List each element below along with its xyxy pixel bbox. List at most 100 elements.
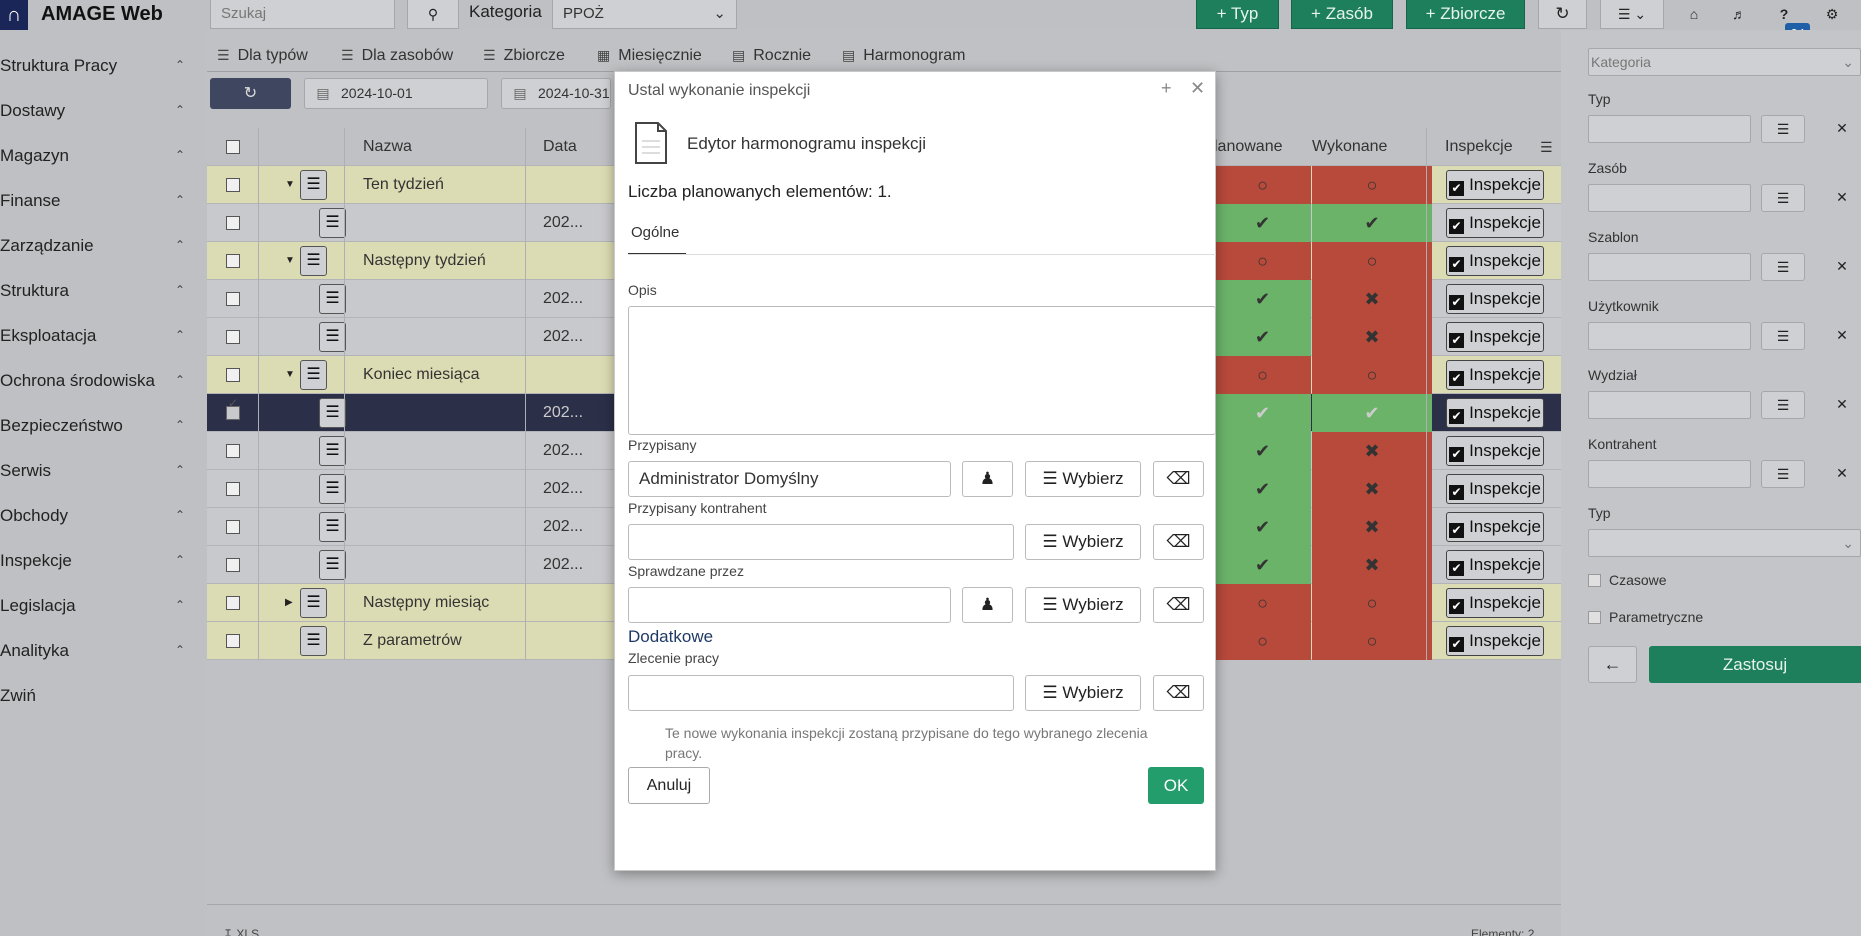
checked-by-user-button[interactable]: ♟ — [962, 587, 1013, 623]
row-checkbox[interactable] — [226, 330, 240, 344]
assigned-input[interactable]: Administrator Domyślny — [628, 461, 951, 497]
tab-rocznie[interactable]: ▤ Rocznie — [732, 41, 811, 69]
filter-time-checkbox[interactable]: Czasowe — [1588, 572, 1667, 588]
row-menu-button[interactable]: ☰ — [319, 474, 346, 504]
contractor-clear-button[interactable]: ⌫ — [1153, 524, 1204, 560]
add-resource-button[interactable]: + Zasób — [1291, 0, 1393, 29]
filter-szablon-input[interactable] — [1588, 253, 1751, 281]
caret-down-icon[interactable]: ▼ — [285, 356, 295, 394]
row-checkbox[interactable] — [226, 596, 240, 610]
filter-uzytkownik-choose-button[interactable]: ☰ — [1761, 322, 1805, 350]
filter-wydzial-input[interactable] — [1588, 391, 1751, 419]
row-menu-button[interactable]: ☰ — [319, 284, 346, 314]
checked-by-input[interactable] — [628, 587, 951, 623]
filter-szablon-clear-button[interactable]: ✕ — [1820, 253, 1861, 281]
row-checkbox[interactable] — [226, 292, 240, 306]
notifications-button[interactable]: ♬ — [1721, 0, 1757, 29]
row-menu-button[interactable]: ☰ — [319, 512, 346, 542]
row-checkbox[interactable] — [226, 634, 240, 648]
category-filter-select[interactable]: Kategoria ⌄ — [1588, 48, 1861, 76]
sidebar-item-bezpieczenstwo[interactable]: Bezpieczeństwo ⌃ — [0, 403, 207, 448]
inspections-button[interactable]: ✔ Inspekcje — [1446, 360, 1544, 390]
row-checkbox[interactable] — [226, 216, 240, 230]
tab-dla-typow[interactable]: ☰ Dla typów — [217, 41, 308, 69]
sidebar-item-struktura-pracy[interactable]: Struktura Pracy ⌃ — [0, 43, 207, 88]
tab-miesiecznie[interactable]: ▦ Miesięcznie — [597, 41, 702, 69]
inspections-button[interactable]: ✔ Inspekcje — [1446, 322, 1544, 352]
row-menu-button[interactable]: ☰ — [300, 360, 327, 390]
inspections-button[interactable]: ✔ Inspekcje — [1446, 398, 1544, 428]
select-all-checkbox[interactable] — [226, 140, 240, 154]
tab-dla-zasobow[interactable]: ☰ Dla zasobów — [341, 41, 453, 69]
caret-down-icon[interactable]: ▼ — [285, 242, 295, 280]
column-header-inspections[interactable]: Inspekcje — [1445, 128, 1513, 166]
sidebar-item-obchody[interactable]: Obchody ⌃ — [0, 493, 207, 538]
row-checkbox[interactable] — [226, 254, 240, 268]
sidebar-item-inspekcje[interactable]: Inspekcje ⌃ — [0, 538, 207, 583]
ok-button[interactable]: OK — [1148, 767, 1204, 804]
inspections-button[interactable]: ✔ Inspekcje — [1446, 550, 1544, 580]
cancel-button[interactable]: Anuluj — [628, 767, 710, 804]
row-menu-button[interactable]: ☰ — [319, 436, 346, 466]
row-checkbox[interactable] — [226, 178, 240, 192]
close-icon[interactable]: ✕ — [1190, 78, 1205, 99]
back-button[interactable]: ← — [1588, 646, 1637, 683]
row-menu-button[interactable]: ☰ — [319, 208, 346, 238]
column-header-done[interactable]: Wykonane — [1312, 128, 1387, 166]
checked-by-choose-button[interactable]: ☰ Wybierz — [1025, 587, 1141, 623]
sidebar-item-serwis[interactable]: Serwis ⌃ — [0, 448, 207, 493]
assigned-clear-button[interactable]: ⌫ — [1153, 461, 1204, 497]
grid-refresh-button[interactable]: ↻ — [210, 78, 291, 109]
row-menu-button[interactable]: ☰ — [319, 322, 346, 352]
row-menu-button[interactable]: ☰ — [300, 170, 327, 200]
column-header-planned[interactable]: lanowane — [1214, 128, 1283, 166]
inspections-button[interactable]: ✔ Inspekcje — [1446, 512, 1544, 542]
filter-typ-choose-button[interactable]: ☰ — [1761, 115, 1805, 143]
row-checkbox[interactable] — [226, 396, 240, 420]
caret-down-icon[interactable]: ▼ — [285, 166, 295, 204]
inspections-button[interactable]: ✔ Inspekcje — [1446, 284, 1544, 314]
tab-zbiorcze[interactable]: ☰ Zbiorcze — [483, 41, 565, 69]
sidebar-item-zarzadzanie[interactable]: Zarządzanie ⌃ — [0, 223, 207, 268]
refresh-button[interactable]: ↻ — [1538, 0, 1587, 29]
tab-harmonogram[interactable]: ▤ Harmonogram — [842, 41, 966, 69]
filter-szablon-choose-button[interactable]: ☰ — [1761, 253, 1805, 281]
row-menu-button[interactable]: ☰ — [319, 550, 346, 580]
column-header-name[interactable]: Nazwa — [363, 128, 412, 166]
filter-kontrahent-clear-button[interactable]: ✕ — [1820, 460, 1861, 488]
sidebar-item-magazyn[interactable]: Magazyn ⌃ — [0, 133, 207, 178]
filter-zasob-choose-button[interactable]: ☰ — [1761, 184, 1805, 212]
date-from-input[interactable]: ▤ 2024-10-01 — [304, 78, 488, 109]
contractor-choose-button[interactable]: ☰ Wybierz — [1025, 524, 1141, 560]
inspections-button[interactable]: ✔ Inspekcje — [1446, 246, 1544, 276]
checked-by-clear-button[interactable]: ⌫ — [1153, 587, 1204, 623]
column-header-date[interactable]: Data — [543, 128, 577, 166]
home-button[interactable]: ⌂ — [1676, 0, 1712, 29]
inspections-button[interactable]: ✔ Inspekcje — [1446, 474, 1544, 504]
sidebar-item-analityka[interactable]: Analityka ⌃ — [0, 628, 207, 673]
settings-button[interactable]: ⚙ — [1814, 0, 1850, 29]
row-checkbox[interactable] — [226, 558, 240, 572]
contractor-input[interactable] — [628, 524, 1014, 560]
sidebar-item-eksploatacja[interactable]: Eksploatacja ⌃ — [0, 313, 207, 358]
sidebar-item-dostawy[interactable]: Dostawy ⌃ — [0, 88, 207, 133]
sidebar-item-legislacja[interactable]: Legislacja ⌃ — [0, 583, 207, 628]
filter-typ-clear-button[interactable]: ✕ — [1820, 115, 1861, 143]
search-button[interactable]: ⚲ — [407, 0, 459, 29]
inspections-button[interactable]: ✔ Inspekcje — [1446, 588, 1544, 618]
add-type-button[interactable]: + Typ — [1196, 0, 1279, 29]
row-menu-button[interactable]: ☰ — [300, 246, 327, 276]
work-order-clear-button[interactable]: ⌫ — [1153, 675, 1204, 711]
row-checkbox[interactable] — [226, 482, 240, 496]
filter-wydzial-clear-button[interactable]: ✕ — [1820, 391, 1861, 419]
filter-zasob-clear-button[interactable]: ✕ — [1820, 184, 1861, 212]
inspections-button[interactable]: ✔ Inspekcje — [1446, 436, 1544, 466]
app-logo-icon[interactable]: ∩ — [0, 0, 28, 30]
filter-wydzial-choose-button[interactable]: ☰ — [1761, 391, 1805, 419]
inspections-button[interactable]: ✔ Inspekcje — [1446, 626, 1544, 656]
assigned-user-button[interactable]: ♟ — [962, 461, 1013, 497]
inspections-button[interactable]: ✔ Inspekcje — [1446, 170, 1544, 200]
search-input[interactable]: Szukaj — [210, 0, 395, 29]
date-to-input[interactable]: ▤ 2024-10-31 — [501, 78, 611, 109]
caret-right-icon[interactable]: ▶ — [285, 584, 293, 622]
